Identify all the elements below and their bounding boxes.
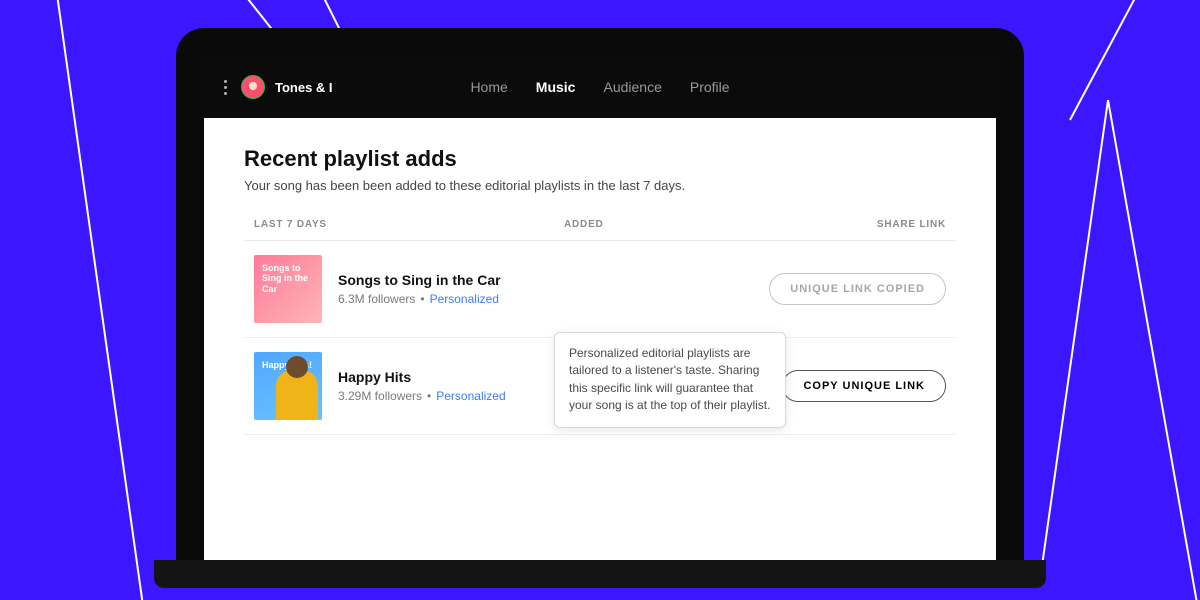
playlist-meta: 3.29M followers•Personalized bbox=[338, 389, 563, 403]
nav-home[interactable]: Home bbox=[470, 79, 507, 95]
playlist-cover[interactable]: Happy Hits! bbox=[254, 352, 322, 420]
main-nav: Home Music Audience Profile bbox=[470, 79, 729, 95]
table-row: Songs to Sing in the Car Songs to Sing i… bbox=[244, 241, 956, 338]
avatar[interactable] bbox=[241, 75, 265, 99]
playlist-cover[interactable]: Songs to Sing in the Car bbox=[254, 255, 322, 323]
laptop-base bbox=[154, 560, 1046, 588]
playlist-name[interactable]: Happy Hits bbox=[338, 369, 563, 385]
nav-profile[interactable]: Profile bbox=[690, 79, 730, 95]
cover-label: Songs to Sing in the Car bbox=[262, 263, 314, 294]
copy-link-button[interactable]: COPY UNIQUE LINK bbox=[782, 370, 946, 402]
personalized-tag[interactable]: Personalized bbox=[430, 292, 499, 306]
followers-count: 6.3M followers bbox=[338, 292, 415, 306]
table-header: LAST 7 DAYS ADDED SHARE LINK bbox=[244, 219, 956, 241]
page-subtitle: Your song has been been added to these e… bbox=[244, 178, 956, 193]
nav-music[interactable]: Music bbox=[536, 79, 576, 95]
nav-audience[interactable]: Audience bbox=[603, 79, 661, 95]
topbar: Tones & I Home Music Audience Profile bbox=[204, 56, 996, 118]
more-vertical-icon[interactable] bbox=[224, 80, 227, 95]
column-added: ADDED bbox=[564, 219, 784, 230]
playlist-name[interactable]: Songs to Sing in the Car bbox=[338, 272, 557, 288]
artist-name: Tones & I bbox=[275, 80, 333, 95]
column-playlist: LAST 7 DAYS bbox=[254, 219, 564, 230]
personalized-tooltip: Personalized editorial playlists are tai… bbox=[554, 332, 786, 428]
playlist-meta: 6.3M followers•Personalized bbox=[338, 292, 557, 306]
followers-count: 3.29M followers bbox=[338, 389, 422, 403]
page-title: Recent playlist adds bbox=[244, 146, 956, 172]
app-screen: Tones & I Home Music Audience Profile Re… bbox=[204, 56, 996, 560]
copy-link-button[interactable]: UNIQUE LINK COPIED bbox=[769, 273, 946, 305]
column-share: SHARE LINK bbox=[784, 219, 946, 230]
laptop-frame: Tones & I Home Music Audience Profile Re… bbox=[176, 28, 1024, 588]
personalized-tag[interactable]: Personalized bbox=[436, 389, 505, 403]
content-area: Recent playlist adds Your song has been … bbox=[204, 118, 996, 560]
